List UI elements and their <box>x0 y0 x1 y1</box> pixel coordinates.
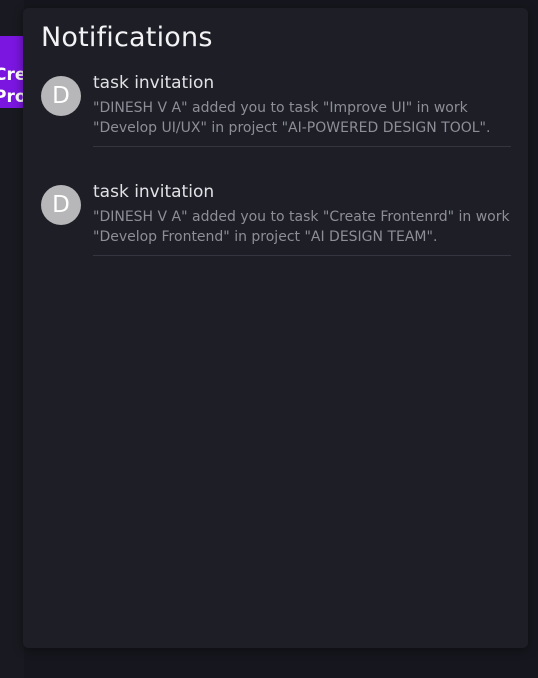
avatar: D <box>41 185 81 225</box>
notification-message: "DINESH V A" added you to task "Improve … <box>93 99 511 147</box>
notification-message: "DINESH V A" added you to task "Create F… <box>93 208 511 256</box>
panel-title: Notifications <box>41 22 213 53</box>
notification-title: task invitation <box>93 73 215 93</box>
notifications-panel: Notifications D task invitation "DINESH … <box>23 8 528 648</box>
notification-title: task invitation <box>93 182 215 202</box>
notification-body: task invitation "DINESH V A" added you t… <box>93 182 511 256</box>
avatar: D <box>41 76 81 116</box>
notification-body: task invitation "DINESH V A" added you t… <box>93 73 511 147</box>
